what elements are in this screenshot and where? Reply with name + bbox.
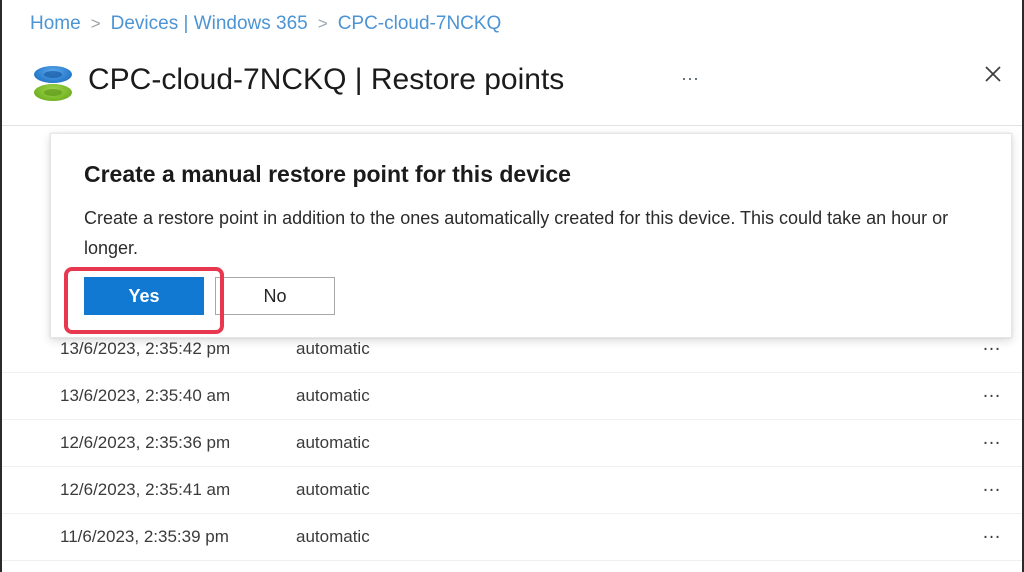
yes-button[interactable]: Yes	[84, 277, 204, 315]
table-row[interactable]: 13/6/2023, 2:35:40 am automatic …	[2, 372, 1022, 420]
restore-point-type: automatic	[296, 480, 370, 499]
row-more-options-icon[interactable]: …	[976, 429, 1010, 453]
breadcrumb-separator-icon: >	[90, 14, 101, 33]
table-row[interactable]: 11/6/2023, 2:35:39 am automatic …	[2, 560, 1022, 572]
table-row[interactable]: 12/6/2023, 2:35:41 am automatic …	[2, 466, 1022, 514]
row-more-options-icon[interactable]: …	[976, 335, 1010, 359]
window-edge-left	[0, 0, 2, 572]
breadcrumb-separator-icon: >	[317, 14, 328, 33]
restore-point-date: 13/6/2023, 2:35:40 am	[60, 386, 231, 405]
page-title: CPC-cloud-7NCKQ | Restore points	[88, 63, 565, 96]
dialog-actions: Yes No	[84, 277, 335, 315]
restore-point-date: 12/6/2023, 2:35:36 pm	[60, 433, 231, 452]
breadcrumb-item-home[interactable]: Home	[30, 12, 81, 36]
table-row[interactable]: 11/6/2023, 2:35:39 pm automatic …	[2, 513, 1022, 561]
breadcrumb-item-device[interactable]: CPC-cloud-7NCKQ	[338, 12, 502, 36]
restore-point-date: 11/6/2023, 2:35:39 pm	[60, 527, 229, 546]
breadcrumb: Home > Devices | Windows 365 > CPC-cloud…	[30, 12, 501, 36]
restore-point-date: 12/6/2023, 2:35:41 am	[60, 480, 231, 499]
dialog-body-text: Create a restore point in addition to th…	[84, 208, 949, 258]
dialog-title: Create a manual restore point for this d…	[84, 161, 571, 187]
row-more-options-icon[interactable]: …	[976, 382, 1010, 406]
create-restore-point-dialog: Create a manual restore point for this d…	[50, 133, 1012, 338]
more-options-icon[interactable]: ⋯	[678, 70, 704, 94]
restore-point-type: automatic	[296, 339, 370, 358]
restore-point-date: 13/6/2023, 2:35:42 pm	[60, 339, 231, 358]
breadcrumb-item-devices[interactable]: Devices | Windows 365	[111, 12, 308, 36]
row-more-options-icon[interactable]: …	[976, 476, 1010, 500]
cloud-pc-icon	[30, 62, 76, 108]
close-icon[interactable]	[977, 58, 1009, 90]
row-more-options-icon[interactable]: …	[976, 523, 1010, 547]
page-header: CPC-cloud-7NCKQ | Restore points ⋯	[0, 48, 1024, 120]
table-row[interactable]: 12/6/2023, 2:35:36 pm automatic …	[2, 419, 1022, 467]
restore-point-type: automatic	[296, 386, 370, 405]
restore-point-type: automatic	[296, 433, 370, 452]
restore-point-type: automatic	[296, 527, 370, 546]
no-button[interactable]: No	[215, 277, 335, 315]
